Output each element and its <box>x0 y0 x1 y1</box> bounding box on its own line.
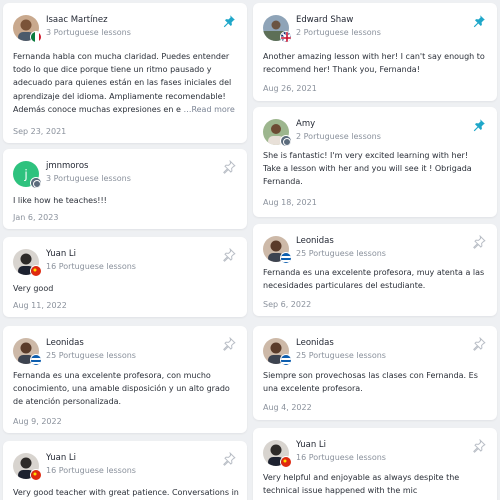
pin-icon[interactable] <box>222 13 236 28</box>
pin-icon[interactable] <box>222 336 236 351</box>
pin-icon[interactable] <box>222 159 236 174</box>
review-date: Sep 6, 2022 <box>263 300 312 309</box>
review-card: j jmnmoros 3 Portuguese lessons I like h… <box>3 149 247 229</box>
review-card: Leonidas 25 Portuguese lessons Fernanda … <box>3 326 247 433</box>
review-header: Isaac Martínez 3 Portuguese lessons <box>13 13 239 47</box>
review-date: Aug 4, 2022 <box>263 403 312 412</box>
lesson-count: 16 Portuguese lessons <box>296 453 386 462</box>
mexico-flag-icon <box>30 31 42 43</box>
review-card: Yuan Li 16 Portuguese lessons Very good … <box>3 237 247 317</box>
review-date: Aug 26, 2021 <box>263 84 317 93</box>
review-text: Another amazing lesson with her! I can't… <box>263 52 485 75</box>
review-text: Siempre son provechosas las clases con F… <box>263 371 478 394</box>
review-text: Very good <box>13 284 54 293</box>
reviewer-name[interactable]: Amy <box>296 119 315 129</box>
review-text: Very good teacher with great patience. C… <box>13 488 239 497</box>
lesson-count: 25 Portuguese lessons <box>46 351 136 360</box>
pin-icon[interactable] <box>472 234 486 249</box>
review-header: Leonidas 25 Portuguese lessons <box>263 234 489 268</box>
reviewer-name[interactable]: Leonidas <box>296 338 334 348</box>
reviewer-name[interactable]: Yuan Li <box>46 453 76 463</box>
review-card: Edward Shaw 2 Portuguese lessons Another… <box>253 3 497 101</box>
globe-flag-icon <box>30 177 42 189</box>
review-header: Amy 2 Portuguese lessons <box>263 117 489 151</box>
greece-flag-icon <box>280 354 292 366</box>
reviewer-name[interactable]: Yuan Li <box>296 440 326 450</box>
pin-icon[interactable] <box>472 13 486 28</box>
review-text: Fernanda es una excelente profesora, muy… <box>263 268 485 291</box>
review-header: Yuan Li 16 Portuguese lessons <box>263 438 489 472</box>
greece-flag-icon <box>30 354 42 366</box>
review-header: Leonidas 25 Portuguese lessons <box>263 336 489 370</box>
svg-text:j: j <box>23 168 27 182</box>
review-header: Yuan Li 16 Portuguese lessons <box>13 247 239 281</box>
china-flag-icon <box>30 469 42 481</box>
china-flag-icon <box>280 456 292 468</box>
lesson-count: 3 Portuguese lessons <box>46 28 131 37</box>
lesson-count: 2 Portuguese lessons <box>296 132 381 141</box>
pin-icon[interactable] <box>472 438 486 453</box>
lesson-count: 3 Portuguese lessons <box>46 174 131 183</box>
review-header: Yuan Li 16 Portuguese lessons <box>13 451 239 485</box>
pin-icon[interactable] <box>222 247 236 262</box>
reviewer-name[interactable]: Edward Shaw <box>296 15 353 25</box>
review-text: Fernanda es una excelente profesora, con… <box>13 371 230 407</box>
globe-flag-icon <box>280 135 292 147</box>
reviewer-name[interactable]: Isaac Martínez <box>46 15 108 25</box>
uk-flag-icon <box>280 31 292 43</box>
greece-flag-icon <box>280 252 292 264</box>
pin-icon[interactable] <box>472 336 486 351</box>
review-card: Isaac Martínez 3 Portuguese lessons Fern… <box>3 3 247 143</box>
review-date: Aug 9, 2022 <box>13 417 62 426</box>
review-card: Leonidas 25 Portuguese lessons Fernanda … <box>253 224 497 316</box>
pin-icon[interactable] <box>222 451 236 466</box>
review-card: Yuan Li 16 Portuguese lessons Very good … <box>3 441 247 500</box>
reviewer-name[interactable]: Leonidas <box>46 338 84 348</box>
review-card: Leonidas 25 Portuguese lessons Siempre s… <box>253 326 497 420</box>
review-card: Amy 2 Portuguese lessons She is fantasti… <box>253 107 497 217</box>
review-date: Aug 18, 2021 <box>263 198 317 207</box>
review-date: Aug 11, 2022 <box>13 301 67 310</box>
review-text: Fernanda habla con mucha claridad. Puede… <box>13 52 235 114</box>
lesson-count: 16 Portuguese lessons <box>46 466 136 475</box>
reviewer-name[interactable]: Leonidas <box>296 236 334 246</box>
lesson-count: 25 Portuguese lessons <box>296 249 386 258</box>
lesson-count: 2 Portuguese lessons <box>296 28 381 37</box>
review-text: Very helpful and enjoyable as always des… <box>263 473 460 496</box>
pin-icon[interactable] <box>472 117 486 132</box>
review-date: Sep 23, 2021 <box>13 127 67 136</box>
review-text: I like how he teaches!!! <box>13 196 107 205</box>
lesson-count: 25 Portuguese lessons <box>296 351 386 360</box>
review-header: Edward Shaw 2 Portuguese lessons <box>263 13 489 47</box>
lesson-count: 16 Portuguese lessons <box>46 262 136 271</box>
review-date: Jan 6, 2023 <box>13 213 59 222</box>
review-header: Leonidas 25 Portuguese lessons <box>13 336 239 370</box>
review-header: j jmnmoros 3 Portuguese lessons <box>13 159 239 193</box>
review-card: Yuan Li 16 Portuguese lessons Very helpf… <box>253 428 497 500</box>
reviewer-name[interactable]: Yuan Li <box>46 249 76 259</box>
review-text: She is fantastic! I'm very excited learn… <box>263 151 472 187</box>
reviewer-name[interactable]: jmnmoros <box>46 161 88 171</box>
read-more-link[interactable]: …Read more <box>183 105 234 114</box>
china-flag-icon <box>30 265 42 277</box>
